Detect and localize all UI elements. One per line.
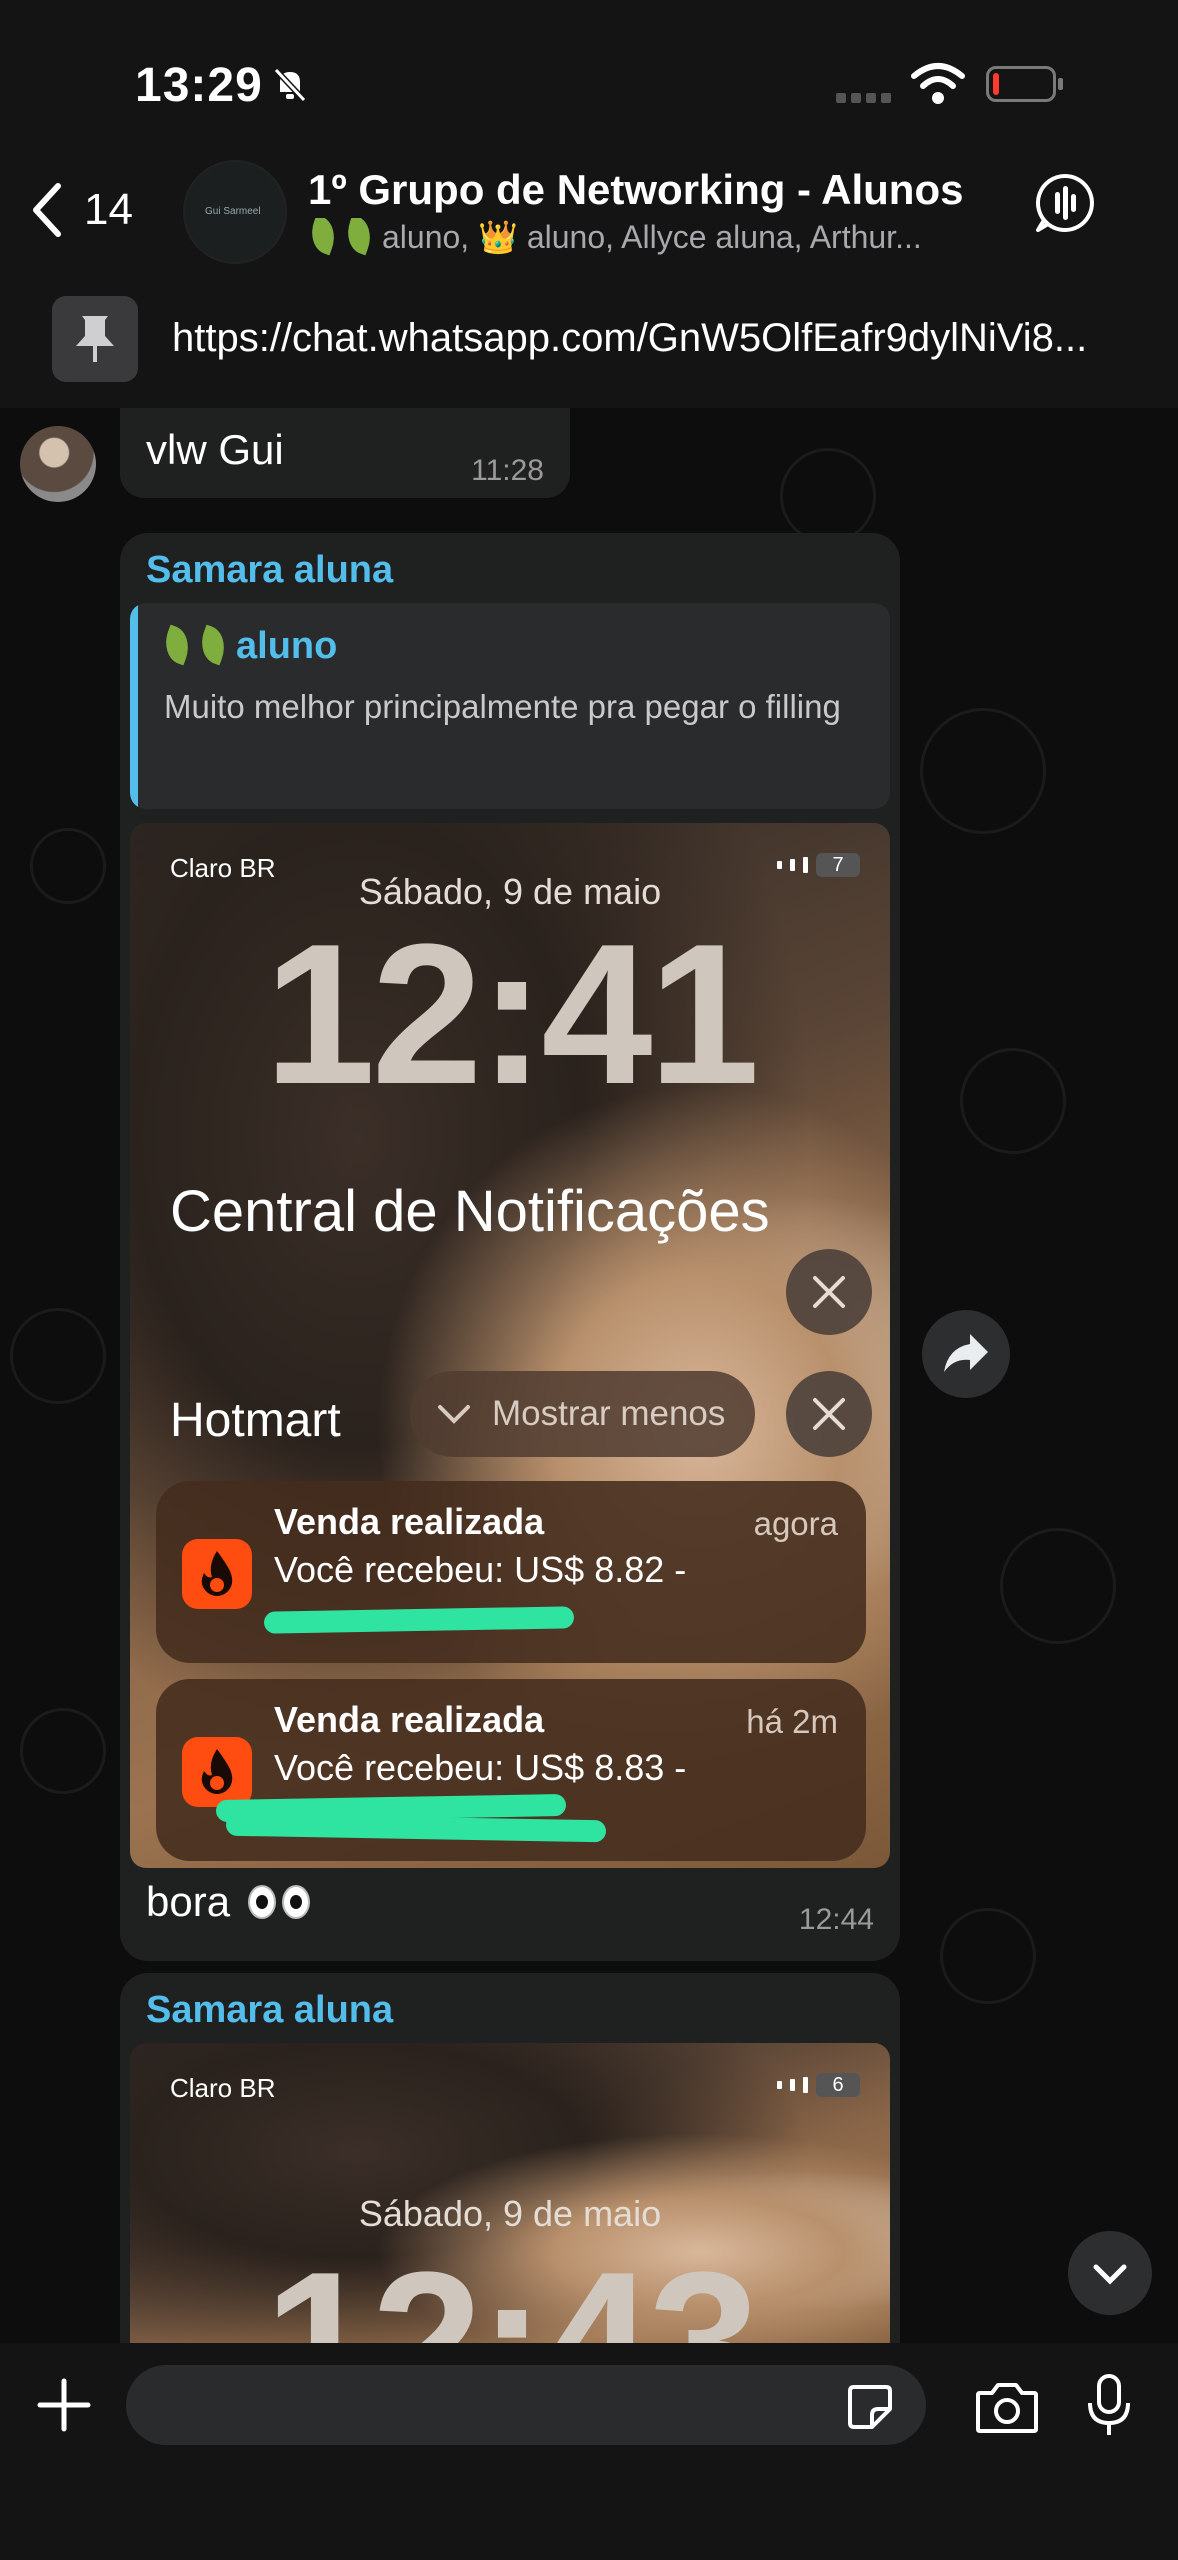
shot-notification: Venda realizada agora Você recebeu: US$ … xyxy=(156,1481,866,1663)
chevron-down-icon xyxy=(1093,2264,1127,2285)
message-time: 12:44 xyxy=(798,1903,874,1936)
battery-level xyxy=(993,73,999,95)
wallpaper-doodle xyxy=(30,828,106,904)
sender-avatar[interactable] xyxy=(20,426,96,502)
leaf-emoji-icon xyxy=(310,218,342,256)
message-time: 11:28 xyxy=(471,454,544,487)
sender-name[interactable]: Samara aluna xyxy=(146,1989,393,2032)
wallpaper-doodle xyxy=(940,1908,1036,2004)
signal-bar xyxy=(790,2079,795,2091)
notification-body: Você recebeu: US$ 8.82 - xyxy=(274,1549,687,1590)
pinned-message-link[interactable]: https://chat.whatsapp.com/GnW5OlfEafr9dy… xyxy=(172,316,1122,361)
shot-clock: 12:43 xyxy=(264,2231,760,2344)
chat-area[interactable]: vlw Gui 11:28 Samara aluna aluno Muito m… xyxy=(0,408,1178,2343)
unread-count: 14 xyxy=(84,185,133,234)
wallpaper-doodle xyxy=(10,1308,106,1404)
image-attachment[interactable]: Claro BR 7 Sábado, 9 de maio 12:41 Centr… xyxy=(130,823,890,1868)
group-members[interactable]: aluno, 👑 aluno, Allyce aluna, Arthur... xyxy=(310,218,1000,256)
shot-collapse-pill: Mostrar menos xyxy=(410,1371,755,1457)
notification-time: há 2m xyxy=(746,1703,838,1740)
shot-battery: 6 xyxy=(816,2073,860,2097)
caption-text: bora xyxy=(146,1878,231,1925)
bell-muted-icon xyxy=(273,67,307,103)
eyes-emoji-icon xyxy=(247,1885,276,1919)
message-bubble[interactable]: vlw Gui 11:28 xyxy=(120,408,570,498)
hotmart-icon xyxy=(182,1539,252,1609)
wallpaper-doodle xyxy=(20,1708,106,1794)
eyes-emoji-icon xyxy=(281,1885,310,1919)
chevron-left-icon xyxy=(33,183,61,237)
signal-bar xyxy=(777,2081,782,2089)
notification-time: agora xyxy=(753,1505,838,1542)
shot-notification-center: Central de Notificações xyxy=(170,1179,770,1244)
leaf-emoji-icon xyxy=(340,218,378,256)
shot-carrier: Claro BR xyxy=(170,2073,276,2103)
shot-close-button xyxy=(786,1371,872,1457)
notification-title: Venda realizada xyxy=(274,1699,545,1740)
avatar-text: Gui Sarmeel xyxy=(205,206,261,217)
message-text: vlw Gui xyxy=(146,426,284,473)
battery-icon xyxy=(986,66,1063,102)
forward-button[interactable] xyxy=(922,1310,1010,1398)
pinned-message-button[interactable] xyxy=(52,296,138,382)
wallpaper-doodle xyxy=(920,708,1046,834)
group-members-text: aluno, 👑 aluno, Allyce aluna, Arthur... xyxy=(382,219,922,255)
shot-close-button xyxy=(786,1249,872,1335)
plus-icon[interactable] xyxy=(34,2375,94,2435)
quote-accent-bar xyxy=(130,603,138,809)
sticker-icon[interactable] xyxy=(846,2383,894,2431)
voice-chat-icon[interactable] xyxy=(1034,172,1096,234)
quoted-author: aluno xyxy=(158,624,338,668)
pin-icon xyxy=(76,316,114,362)
hotmart-icon xyxy=(182,1737,252,1807)
wifi-icon xyxy=(911,63,965,104)
shot-date: Sábado, 9 de maio xyxy=(358,2193,662,2234)
collapse-label: Mostrar menos xyxy=(492,1394,726,1433)
back-button[interactable]: 14 xyxy=(28,180,133,240)
shot-notification: Venda realizada há 2m Você recebeu: US$ … xyxy=(156,1679,866,1861)
camera-icon[interactable] xyxy=(974,2379,1040,2435)
shot-status-icons: 6 xyxy=(777,2073,860,2097)
wallpaper-doodle xyxy=(780,448,876,544)
signal-bar xyxy=(777,861,782,869)
scroll-to-bottom-button[interactable] xyxy=(1068,2231,1152,2315)
notification-title: Venda realizada xyxy=(274,1501,545,1542)
quoted-author-name: aluno xyxy=(236,625,338,667)
signal-bar xyxy=(803,2077,808,2093)
close-icon xyxy=(813,1398,845,1430)
sender-name[interactable]: Samara aluna xyxy=(146,549,393,592)
message-bubble[interactable]: Samara aluna Claro BR 6 Sábado, 9 de mai… xyxy=(120,1973,900,2343)
leaf-emoji-icon xyxy=(158,624,196,666)
wallpaper-doodle xyxy=(960,1048,1066,1154)
shot-clock: 12:41 xyxy=(264,903,760,1126)
close-icon xyxy=(813,1276,845,1308)
group-title[interactable]: 1º Grupo de Networking - Alunos xyxy=(308,166,963,214)
leaf-emoji-icon xyxy=(194,624,232,666)
message-caption: bora xyxy=(146,1878,310,1926)
chat-header: 14 Gui Sarmeel 1º Grupo de Networking - … xyxy=(0,150,1178,415)
image-attachment[interactable]: Claro BR 6 Sábado, 9 de maio 12:43 xyxy=(130,2043,890,2343)
wallpaper-doodle xyxy=(1000,1528,1116,1644)
message-composer xyxy=(0,2343,1178,2560)
redaction-mark xyxy=(225,1813,607,1843)
notification-body: Você recebeu: US$ 8.83 - xyxy=(274,1747,687,1788)
shot-app-name: Hotmart xyxy=(170,1394,341,1447)
microphone-icon[interactable] xyxy=(1086,2373,1132,2439)
chevron-down-icon xyxy=(438,1405,470,1424)
forward-icon xyxy=(944,1334,988,1372)
quoted-message[interactable]: aluno Muito melhor principalmente pra pe… xyxy=(130,603,890,809)
status-time: 13:29 xyxy=(135,59,263,112)
status-bar: 13:29 xyxy=(0,0,1178,150)
message-bubble[interactable]: Samara aluna aluno Muito melhor principa… xyxy=(120,533,900,1961)
signal-bar xyxy=(790,859,795,871)
flame-icon xyxy=(201,1749,233,1794)
flame-icon xyxy=(201,1551,233,1596)
redaction-mark xyxy=(263,1606,575,1634)
quoted-text: Muito melhor principalmente pra pegar o … xyxy=(164,688,841,725)
message-input[interactable] xyxy=(126,2365,926,2445)
cellular-signal-icon xyxy=(836,90,896,108)
group-avatar[interactable]: Gui Sarmeel xyxy=(183,160,287,264)
